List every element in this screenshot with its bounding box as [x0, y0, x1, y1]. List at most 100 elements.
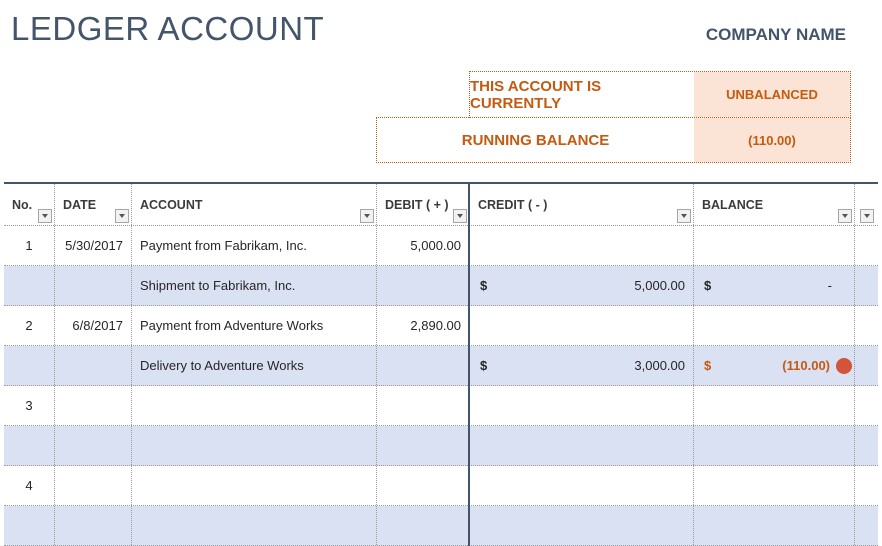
cell-debit[interactable] — [377, 346, 470, 385]
cell-date[interactable] — [55, 426, 132, 465]
cell-extra[interactable] — [855, 386, 878, 425]
cell-debit[interactable] — [377, 506, 470, 545]
running-balance-label: RUNNING BALANCE — [461, 131, 610, 149]
cell-account[interactable]: Delivery to Adventure Works — [132, 346, 377, 385]
cell-debit[interactable] — [377, 266, 470, 305]
filter-dropdown-icon[interactable] — [838, 209, 852, 223]
cell-debit[interactable]: 2,890.00 — [377, 306, 470, 345]
cell-no[interactable] — [4, 426, 55, 465]
col-header-account[interactable]: ACCOUNT — [132, 184, 377, 225]
currency-symbol: $ — [704, 358, 712, 373]
table-header-row: No. DATE ACCOUNT DEBIT ( + ) CREDIT ( - … — [4, 184, 878, 226]
cell-account[interactable]: Payment from Adventure Works — [132, 306, 377, 345]
filter-dropdown-icon[interactable] — [115, 209, 129, 223]
running-balance-value[interactable]: (110.00) — [694, 118, 850, 162]
cell-credit[interactable] — [470, 306, 694, 345]
col-header-debit-label: DEBIT ( + ) — [385, 197, 449, 212]
cell-no[interactable]: 4 — [4, 466, 55, 505]
cell-balance[interactable] — [694, 506, 855, 545]
cell-balance[interactable] — [694, 466, 855, 505]
cell-credit[interactable] — [470, 426, 694, 465]
cell-account[interactable] — [132, 506, 377, 545]
cell-no[interactable]: 3 — [4, 386, 55, 425]
cell-date[interactable] — [55, 466, 132, 505]
cell-debit-value: 2,890.00 — [410, 318, 461, 333]
currency-symbol: $ — [480, 278, 488, 293]
account-status-value[interactable]: UNBALANCED — [694, 72, 850, 117]
cell-account[interactable] — [132, 466, 377, 505]
filter-dropdown-icon[interactable] — [860, 209, 874, 223]
table-row — [4, 426, 878, 466]
filter-dropdown-icon[interactable] — [38, 209, 52, 223]
cell-no[interactable] — [4, 346, 55, 385]
cell-date[interactable] — [55, 386, 132, 425]
company-name[interactable]: COMPANY NAME — [706, 25, 846, 45]
extra-filter-column[interactable] — [855, 184, 878, 225]
cell-balance[interactable] — [694, 306, 855, 345]
col-header-account-label: ACCOUNT — [140, 197, 203, 212]
cell-credit[interactable] — [470, 506, 694, 545]
cell-debit-value: 5,000.00 — [410, 238, 461, 253]
cell-credit[interactable]: $3,000.00 — [470, 346, 694, 385]
col-header-credit[interactable]: CREDIT ( - ) — [470, 184, 694, 225]
table-row: 3 — [4, 386, 878, 426]
cell-no-value: 2 — [25, 318, 33, 333]
cell-balance[interactable]: $ (110.00) — [694, 346, 855, 385]
cell-no[interactable] — [4, 266, 55, 305]
cell-extra[interactable] — [855, 346, 878, 385]
filter-dropdown-icon[interactable] — [453, 209, 467, 223]
currency-symbol: $ — [480, 358, 488, 373]
filter-dropdown-icon[interactable] — [360, 209, 374, 223]
account-status-label: THIS ACCOUNT IS CURRENTLY — [470, 77, 602, 112]
table-row: Delivery to Adventure Works $3,000.00 $ (11… — [4, 346, 878, 386]
cell-no[interactable] — [4, 506, 55, 545]
filter-dropdown-icon[interactable] — [677, 209, 691, 223]
cell-debit[interactable]: 5,000.00 — [377, 226, 470, 265]
col-header-no[interactable]: No. — [4, 184, 55, 225]
cell-date[interactable]: 5/30/2017 — [55, 226, 132, 265]
cell-balance-value: (110.00) — [782, 358, 830, 373]
col-header-balance[interactable]: BALANCE — [694, 184, 855, 225]
cell-account-value: Payment from Fabrikam, Inc. — [140, 238, 307, 253]
cell-no-value: 3 — [25, 398, 33, 413]
cell-balance[interactable] — [694, 386, 855, 425]
cell-account[interactable]: Shipment to Fabrikam, Inc. — [132, 266, 377, 305]
cell-credit[interactable] — [470, 386, 694, 425]
cell-credit[interactable]: $5,000.00 — [470, 266, 694, 305]
cell-date[interactable] — [55, 506, 132, 545]
cell-date[interactable]: 6/8/2017 — [55, 306, 132, 345]
cell-debit[interactable] — [377, 426, 470, 465]
cell-account-value: Shipment to Fabrikam, Inc. — [140, 278, 296, 293]
cell-debit[interactable] — [377, 466, 470, 505]
cell-balance[interactable] — [694, 226, 855, 265]
cell-debit[interactable] — [377, 386, 470, 425]
cell-extra[interactable] — [855, 306, 878, 345]
col-header-no-label: No. — [12, 197, 33, 212]
cell-account[interactable] — [132, 426, 377, 465]
cell-balance[interactable] — [694, 426, 855, 465]
col-header-balance-label: BALANCE — [702, 197, 764, 212]
cell-account[interactable] — [132, 386, 377, 425]
col-header-debit[interactable]: DEBIT ( + ) — [377, 184, 470, 225]
cell-no[interactable]: 2 — [4, 306, 55, 345]
col-header-date[interactable]: DATE — [55, 184, 132, 225]
cell-extra[interactable] — [855, 266, 878, 305]
cell-account[interactable]: Payment from Fabrikam, Inc. — [132, 226, 377, 265]
col-header-credit-label: CREDIT ( - ) — [478, 197, 548, 212]
cell-balance-value: - — [827, 278, 832, 293]
page-title: LEDGER ACCOUNT — [11, 10, 325, 47]
cell-balance[interactable]: $ - — [694, 266, 855, 305]
cell-no[interactable]: 1 — [4, 226, 55, 265]
cell-extra[interactable] — [855, 226, 878, 265]
cell-date[interactable] — [55, 346, 132, 385]
cell-extra[interactable] — [855, 466, 878, 505]
running-balance-box: RUNNING BALANCE (110.00) — [376, 117, 851, 163]
cell-extra[interactable] — [855, 426, 878, 465]
cell-extra[interactable] — [855, 506, 878, 545]
cell-credit[interactable] — [470, 226, 694, 265]
table-row: 1 5/30/2017 Payment from Fabrikam, Inc. 5,0… — [4, 226, 878, 266]
cell-date[interactable] — [55, 266, 132, 305]
cell-credit[interactable] — [470, 466, 694, 505]
col-header-date-label: DATE — [63, 197, 97, 212]
table-row: 4 — [4, 466, 878, 506]
